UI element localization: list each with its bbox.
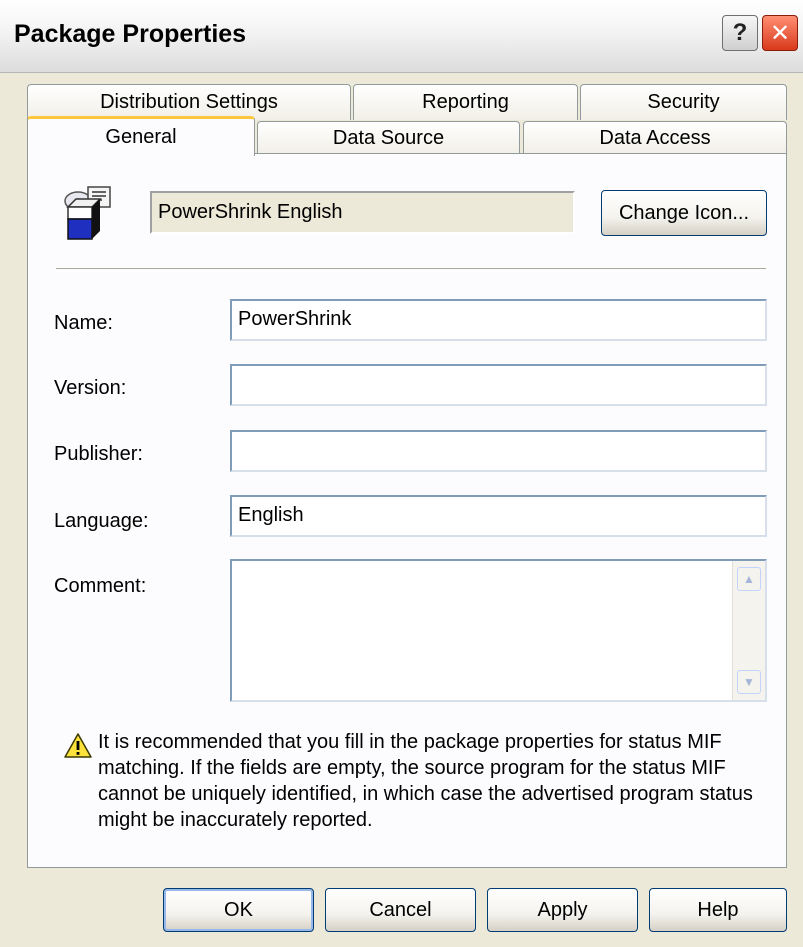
name-label: Name: bbox=[54, 312, 113, 334]
publisher-field[interactable] bbox=[230, 430, 767, 472]
language-field[interactable]: English bbox=[230, 495, 767, 537]
warning-message: It is recommended that you fill in the p… bbox=[98, 731, 753, 831]
change-icon-button[interactable]: Change Icon... bbox=[601, 190, 767, 236]
tab-label: General bbox=[105, 126, 177, 148]
tab-reporting[interactable]: Reporting bbox=[353, 84, 578, 120]
version-field[interactable] bbox=[230, 364, 767, 406]
cancel-label: Cancel bbox=[369, 898, 432, 921]
name-field[interactable]: PowerShrink bbox=[230, 299, 767, 341]
title-bar[interactable]: Package Properties ? ✕ bbox=[0, 0, 803, 73]
scroll-down-icon[interactable]: ▼ bbox=[737, 670, 761, 694]
help-label: Help bbox=[697, 898, 739, 921]
tab-data-access[interactable]: Data Access bbox=[523, 121, 787, 154]
tab-label: Reporting bbox=[422, 91, 509, 113]
ok-button[interactable]: OK bbox=[163, 888, 314, 932]
warning-icon bbox=[64, 733, 92, 758]
tab-label: Data Access bbox=[599, 126, 711, 149]
help-button[interactable]: Help bbox=[649, 888, 787, 932]
package-display-name: PowerShrink English bbox=[150, 191, 575, 234]
language-label: Language: bbox=[54, 510, 149, 532]
tab-security[interactable]: Security bbox=[580, 84, 787, 120]
tab-distribution-settings[interactable]: Distribution Settings bbox=[27, 84, 351, 120]
comment-scrollbar[interactable]: ▲ ▼ bbox=[732, 561, 765, 700]
tab-label: Data Source bbox=[332, 126, 445, 149]
close-icon[interactable]: ✕ bbox=[762, 15, 798, 51]
tab-label: Distribution Settings bbox=[100, 91, 278, 113]
ok-label: OK bbox=[224, 898, 253, 921]
package-icon bbox=[64, 186, 111, 240]
cancel-button[interactable]: Cancel bbox=[325, 888, 476, 932]
apply-button[interactable]: Apply bbox=[487, 888, 638, 932]
help-icon[interactable]: ? bbox=[722, 15, 758, 51]
publisher-label: Publisher: bbox=[54, 443, 143, 465]
change-icon-label: Change Icon... bbox=[618, 201, 750, 224]
separator bbox=[56, 268, 766, 272]
dialog-title: Package Properties bbox=[14, 20, 247, 48]
tab-general[interactable]: General bbox=[27, 116, 255, 156]
comment-label: Comment: bbox=[54, 575, 147, 597]
comment-field[interactable]: ▲ ▼ bbox=[230, 559, 767, 702]
scroll-up-icon[interactable]: ▲ bbox=[737, 567, 761, 591]
tab-label: Security bbox=[647, 91, 720, 113]
version-label: Version: bbox=[54, 377, 127, 399]
tab-data-source[interactable]: Data Source bbox=[257, 121, 520, 154]
package-properties-dialog: Package Properties ? ✕ Distribution Sett… bbox=[0, 0, 803, 947]
apply-label: Apply bbox=[537, 898, 588, 921]
